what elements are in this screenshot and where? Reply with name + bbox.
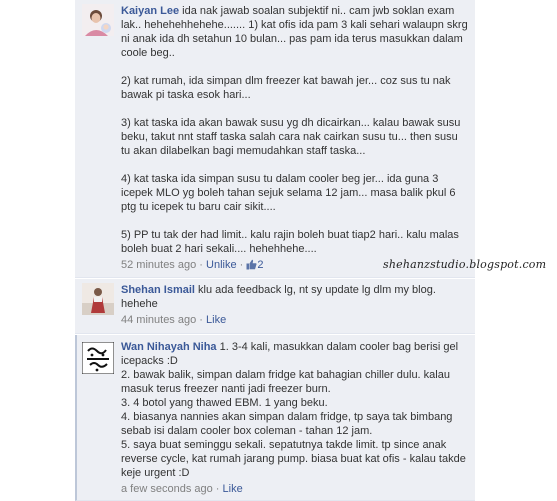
comment-author-link[interactable]: Wan Nihayah Niha <box>121 341 217 353</box>
meta-separator: · <box>239 259 244 271</box>
comment-author-link[interactable]: Kaiyan Lee <box>121 5 179 17</box>
blog-watermark: shehanzstudio.blogspot.com <box>383 258 547 271</box>
thumbs-up-icon <box>246 259 257 274</box>
meta-separator: · <box>215 483 220 495</box>
comment-feed: Kaiyan Lee ida nak jawab soalan subjekti… <box>75 0 475 501</box>
comment-text: 1. 3-4 kali, masukkan dalam cooler bag b… <box>121 341 466 479</box>
avatar[interactable] <box>82 283 114 315</box>
like-count[interactable]: 2 <box>246 259 264 274</box>
comment-meta: 44 minutes ago · Like <box>121 313 469 327</box>
like-link[interactable]: Like <box>206 314 226 326</box>
avatar[interactable] <box>82 342 114 374</box>
comment-item: Shehan Ismail klu ada feedback lg, nt sy… <box>75 279 475 334</box>
comment-meta: a few seconds ago · Like <box>121 482 469 496</box>
comment-timestamp[interactable]: 44 minutes ago <box>121 314 196 326</box>
comment-text: ida nak jawab soalan subjektif ni.. cam … <box>121 5 468 255</box>
avatar[interactable] <box>82 4 114 36</box>
like-link[interactable]: Like <box>223 483 243 495</box>
comment-body: Shehan Ismail klu ada feedback lg, nt sy… <box>121 283 469 327</box>
meta-separator: · <box>199 314 203 326</box>
comment-item: Wan Nihayah Niha 1. 3-4 kali, masukkan d… <box>75 335 475 501</box>
comment-timestamp[interactable]: 52 minutes ago <box>121 259 196 271</box>
meta-separator: · <box>199 259 203 271</box>
unlike-link[interactable]: Unlike <box>206 259 237 271</box>
comment-author-link[interactable]: Shehan Ismail <box>121 284 195 296</box>
comment-body: Wan Nihayah Niha 1. 3-4 kali, masukkan d… <box>121 340 469 496</box>
comment-item: Kaiyan Lee ida nak jawab soalan subjekti… <box>75 0 475 278</box>
comment-timestamp[interactable]: a few seconds ago <box>121 483 213 495</box>
like-count-value: 2 <box>257 259 264 271</box>
comment-body: Kaiyan Lee ida nak jawab soalan subjekti… <box>121 4 469 274</box>
